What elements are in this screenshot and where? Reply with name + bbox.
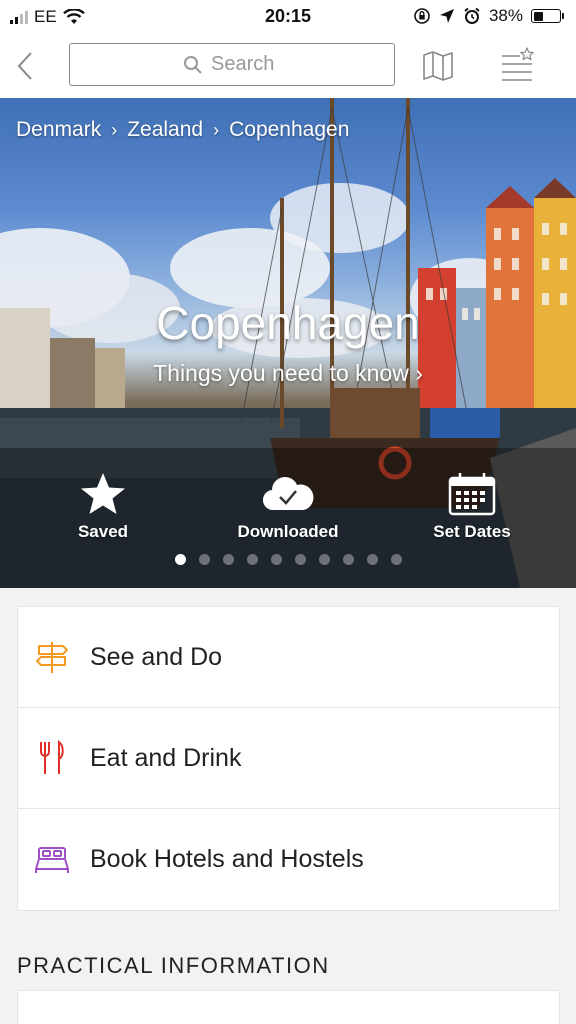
carousel-dot[interactable] — [222, 554, 234, 565]
list-item-book-hotels[interactable]: Book Hotels and Hostels — [18, 809, 559, 910]
things-to-know-link[interactable]: Things you need to know › — [0, 360, 576, 387]
breadcrumb: Denmark › Zealand › Copenhagen — [16, 118, 349, 142]
carousel-dot[interactable] — [270, 554, 282, 565]
carousel-dot[interactable] — [246, 554, 258, 565]
navigation-bar — [0, 34, 576, 98]
fork-knife-icon — [40, 740, 64, 774]
page-title: Copenhagen — [156, 297, 420, 349]
signpost-icon — [36, 642, 68, 673]
back-button[interactable] — [10, 46, 40, 86]
carousel-dot[interactable] — [294, 554, 306, 565]
set-dates-label: Set Dates — [433, 522, 511, 541]
carousel-pagination[interactable] — [0, 554, 576, 565]
list-item-label: Book Hotels and Hostels — [90, 845, 364, 873]
saved-label: Saved — [77, 522, 129, 541]
map-icon — [423, 51, 453, 81]
status-bar: EE 20:15 38% — [0, 0, 576, 34]
battery-icon — [531, 9, 564, 23]
map-button[interactable] — [420, 48, 456, 84]
practical-information-card[interactable] — [17, 990, 560, 1024]
carousel-dot[interactable] — [174, 554, 186, 565]
list-item-label: See and Do — [90, 642, 223, 671]
breadcrumb-separator-icon: › — [111, 119, 118, 140]
search-icon — [184, 55, 202, 74]
search-field[interactable] — [69, 43, 395, 86]
carousel-dot[interactable] — [366, 554, 378, 565]
list-item-see-and-do[interactable]: See and Do — [18, 607, 559, 708]
cloud-check-icon — [262, 477, 314, 511]
location-arrow-icon — [439, 9, 454, 23]
hero-banner[interactable]: Denmark › Zealand › Copenhagen Copenhage… — [0, 98, 576, 588]
star-icon — [81, 473, 125, 514]
calendar-icon — [448, 473, 496, 516]
list-star-icon — [502, 47, 534, 81]
breadcrumb-item-zealand[interactable]: Zealand — [127, 118, 203, 142]
battery-percent: 38% — [488, 6, 523, 25]
section-heading-practical-information: PRACTICAL INFORMATION — [17, 953, 330, 978]
carousel-dot[interactable] — [342, 554, 354, 565]
set-dates-button[interactable]: Set Dates — [402, 470, 542, 542]
carousel-dot[interactable] — [318, 554, 330, 565]
saved-list-button[interactable] — [498, 46, 538, 86]
bed-icon — [35, 846, 69, 873]
downloaded-button[interactable]: Downloaded — [218, 470, 358, 542]
breadcrumb-item-denmark[interactable]: Denmark — [16, 118, 101, 142]
carousel-dot[interactable] — [390, 554, 402, 565]
search-input[interactable] — [211, 53, 281, 76]
saved-button[interactable]: Saved — [33, 470, 173, 542]
category-list: See and Do Eat and Drink Book Hotels and… — [17, 606, 560, 911]
breadcrumb-item-copenhagen: Copenhagen — [229, 118, 350, 141]
downloaded-label: Downloaded — [237, 522, 339, 541]
list-item-eat-and-drink[interactable]: Eat and Drink — [18, 708, 559, 809]
alarm-icon — [464, 7, 480, 24]
breadcrumb-separator-icon: › — [213, 119, 220, 140]
carousel-dot[interactable] — [198, 554, 210, 565]
chevron-left-icon — [17, 52, 32, 80]
orientation-lock-icon — [414, 8, 430, 24]
list-item-label: Eat and Drink — [90, 743, 242, 772]
